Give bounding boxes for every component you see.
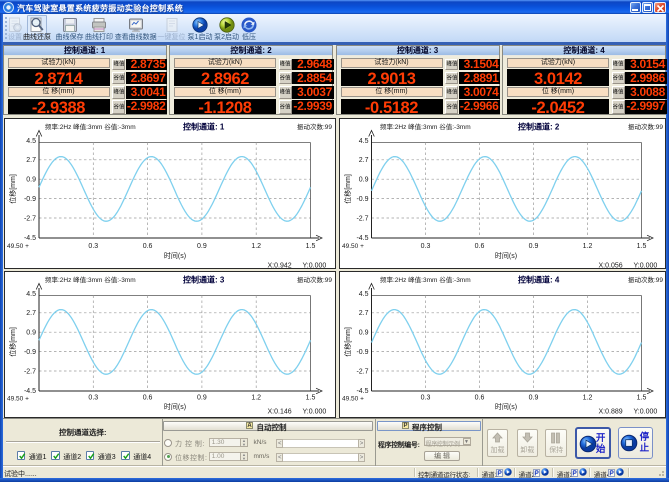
svg-text:-2.7: -2.7 [356, 215, 368, 222]
svg-text:0.9: 0.9 [528, 243, 538, 250]
svg-text:时间(s): 时间(s) [494, 251, 516, 260]
svg-text:-4.5: -4.5 [356, 234, 368, 241]
svg-text:49.50 +: 49.50 + [7, 396, 29, 403]
svg-text:-2.7: -2.7 [23, 368, 35, 375]
svg-text:-0.9: -0.9 [23, 196, 35, 203]
svg-text:频率:2Hz 峰值:3mm 谷值:-3mm: 频率:2Hz 峰值:3mm 谷值:-3mm [380, 275, 471, 284]
svg-text:-0.9: -0.9 [356, 196, 368, 203]
svg-text:2.7: 2.7 [26, 310, 36, 317]
svg-text:-0.9: -0.9 [23, 349, 35, 356]
svg-text:2.7: 2.7 [358, 310, 368, 317]
svg-text:0.9: 0.9 [197, 243, 207, 250]
svg-text:-2.7: -2.7 [356, 368, 368, 375]
svg-text:-4.5: -4.5 [23, 388, 35, 395]
svg-text:控制通道: 4: 控制通道: 4 [518, 275, 560, 285]
svg-text:频率:2Hz 峰值:3mm 谷值:-3mm: 频率:2Hz 峰值:3mm 谷值:-3mm [45, 275, 136, 284]
svg-text:1.5: 1.5 [305, 243, 315, 250]
svg-text:Y:0.000: Y:0.000 [633, 262, 657, 268]
svg-text:49.50 +: 49.50 + [342, 243, 364, 250]
svg-text:0.6: 0.6 [142, 395, 152, 402]
svg-text:49.50 +: 49.50 + [7, 243, 29, 250]
svg-text:2.7: 2.7 [358, 157, 368, 164]
svg-text:0.3: 0.3 [88, 243, 98, 250]
svg-text:0.3: 0.3 [88, 395, 98, 402]
svg-text:-2.7: -2.7 [23, 215, 35, 222]
svg-text:Y:0.000: Y:0.000 [302, 262, 326, 268]
svg-text:1.2: 1.2 [582, 395, 592, 402]
svg-text:4.5: 4.5 [358, 291, 368, 298]
svg-text:频率:2Hz 峰值:3mm 谷值:-3mm: 频率:2Hz 峰值:3mm 谷值:-3mm [45, 122, 136, 131]
svg-text:-4.5: -4.5 [356, 388, 368, 395]
svg-text:时间(s): 时间(s) [163, 251, 185, 260]
svg-text:4.5: 4.5 [26, 291, 36, 298]
svg-text:X:0.146: X:0.146 [267, 409, 291, 416]
svg-text:0.9: 0.9 [528, 395, 538, 402]
svg-text:X:0.056: X:0.056 [598, 262, 622, 268]
svg-text:0.9: 0.9 [26, 330, 36, 337]
svg-text:振动次数:99: 振动次数:99 [628, 275, 663, 284]
svg-text:0.9: 0.9 [197, 395, 207, 402]
svg-text:0.3: 0.3 [420, 395, 430, 402]
svg-text:X:0.889: X:0.889 [598, 409, 622, 416]
svg-text:2.7: 2.7 [26, 157, 36, 164]
svg-text:49.50 +: 49.50 + [342, 396, 364, 403]
svg-text:Y:0.000: Y:0.000 [302, 409, 326, 416]
svg-text:1.5: 1.5 [636, 395, 646, 402]
svg-text:1.5: 1.5 [636, 243, 646, 250]
svg-text:0.9: 0.9 [358, 176, 368, 183]
svg-text:0.3: 0.3 [420, 243, 430, 250]
svg-text:时间(s): 时间(s) [494, 402, 516, 411]
svg-text:1.5: 1.5 [305, 395, 315, 402]
svg-text:位移[mm]: 位移[mm] [8, 174, 17, 204]
svg-text:-4.5: -4.5 [23, 234, 35, 241]
svg-text:控制通道: 1: 控制通道: 1 [183, 121, 225, 131]
svg-text:振动次数:99: 振动次数:99 [628, 122, 663, 131]
svg-text:位移[mm]: 位移[mm] [343, 174, 352, 204]
svg-text:Y:0.000: Y:0.000 [633, 409, 657, 416]
svg-text:位移[mm]: 位移[mm] [8, 327, 17, 357]
svg-text:0.9: 0.9 [26, 176, 36, 183]
svg-text:振动次数:99: 振动次数:99 [297, 122, 332, 131]
svg-text:0.6: 0.6 [474, 395, 484, 402]
svg-text:振动次数:99: 振动次数:99 [297, 275, 332, 284]
svg-text:1.2: 1.2 [251, 243, 261, 250]
svg-text:0.6: 0.6 [142, 243, 152, 250]
svg-text:时间(s): 时间(s) [163, 402, 185, 411]
svg-text:控制通道: 3: 控制通道: 3 [183, 275, 225, 285]
svg-text:1.2: 1.2 [582, 243, 592, 250]
svg-text:0.9: 0.9 [358, 330, 368, 337]
svg-text:频率:2Hz 峰值:3mm 谷值:-3mm: 频率:2Hz 峰值:3mm 谷值:-3mm [380, 122, 471, 131]
svg-text:1.2: 1.2 [251, 395, 261, 402]
svg-text:-0.9: -0.9 [356, 349, 368, 356]
svg-text:位移[mm]: 位移[mm] [343, 327, 352, 357]
svg-text:4.5: 4.5 [358, 137, 368, 144]
svg-text:4.5: 4.5 [26, 137, 36, 144]
svg-text:控制通道: 2: 控制通道: 2 [518, 121, 560, 131]
svg-text:X:0.942: X:0.942 [267, 262, 291, 268]
svg-text:0.6: 0.6 [474, 243, 484, 250]
